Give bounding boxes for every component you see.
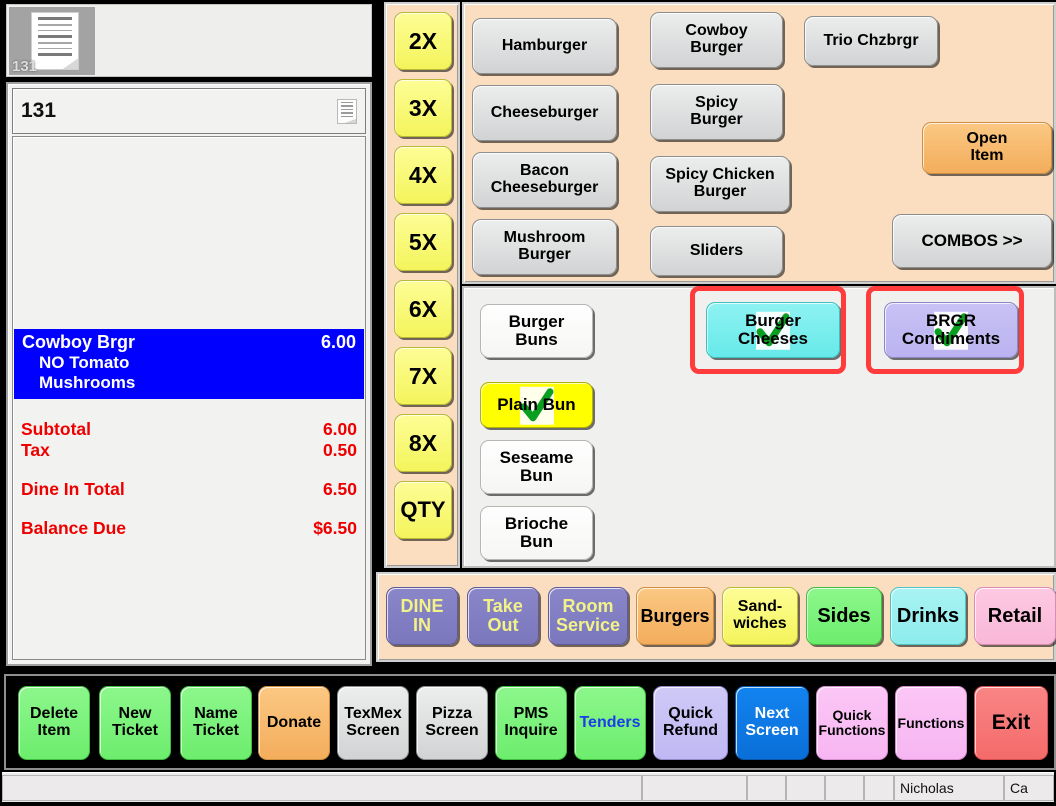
menu-item-hamburger[interactable]: Hamburger [472,18,617,74]
function-pms-inquire[interactable]: PMS Inquire [495,686,567,760]
menu-item-spicy-chicken-burger[interactable]: Spicy Chicken Burger [650,156,790,212]
status-cell [864,775,894,801]
ticket-header[interactable]: 131 [12,88,366,134]
ticket-thumbnail-strip: 131 [6,4,372,77]
status-cell [747,775,786,801]
line-item-price: 6.00 [320,332,356,352]
status-cell-user: Nicholas [894,775,1004,801]
totals-value: 0.50 [322,440,357,460]
receipt-document-icon [31,12,79,70]
function-delete-item[interactable]: Delete Item [18,686,90,760]
function-donate[interactable]: Donate [258,686,330,760]
function-new-ticket[interactable]: New Ticket [99,686,171,760]
qty-key-2x[interactable]: 2X [394,12,452,70]
category-sandwiches[interactable]: Sand- wiches [722,587,798,645]
category-dine-in[interactable]: DINE IN [386,587,458,645]
totals-row-dine-in-total: Dine In Total 6.50 [13,479,365,500]
category-sides[interactable]: Sides [806,587,882,645]
category-bar: DINE IN Take Out Room Service Burgers Sa… [376,572,1056,662]
totals-value: 6.50 [322,479,357,499]
status-cell [825,775,864,801]
order-totals: Subtotal 6.00 Tax 0.50 Dine In Total 6.5… [13,419,365,539]
totals-row-subtotal: Subtotal 6.00 [13,419,365,440]
menu-item-spicy-burger[interactable]: Spicy Burger [650,84,783,140]
function-texmex-screen[interactable]: TexMex Screen [337,686,409,760]
modifier-group-burger-cheeses[interactable]: Burger Cheeses [706,302,840,358]
menu-item-panel: Hamburger Cheeseburger Bacon Cheeseburge… [462,2,1056,284]
status-cell [786,775,825,801]
category-retail[interactable]: Retail [974,587,1056,645]
order-line-item[interactable]: Cowboy Brgr 6.00 NO Tomato Mushrooms [14,329,364,399]
menu-item-sliders[interactable]: Sliders [650,226,783,276]
menu-item-cowboy-burger[interactable]: Cowboy Burger [650,12,783,68]
status-cell [2,775,642,801]
status-cell-mode: Ca [1004,775,1054,801]
qty-key-6x[interactable]: 6X [394,280,452,338]
modifier-seseame-bun[interactable]: Seseame Bun [480,440,593,494]
modifier-burger-buns[interactable]: Burger Buns [480,304,593,358]
totals-row-balance-due: Balance Due $6.50 [13,518,365,539]
function-exit[interactable]: Exit [974,686,1048,760]
qty-key-5x[interactable]: 5X [394,213,452,271]
modifier-group-brgr-condiments[interactable]: BRGR Condiments [884,302,1018,358]
category-drinks[interactable]: Drinks [890,587,966,645]
category-take-out[interactable]: Take Out [467,587,539,645]
qty-key-7x[interactable]: 7X [394,347,452,405]
function-button-bar: Delete Item New Ticket Name Ticket Donat… [4,674,1056,770]
combos-button[interactable]: COMBOS >> [892,214,1052,268]
menu-item-bacon-cheeseburger[interactable]: Bacon Cheeseburger [472,152,617,208]
function-functions[interactable]: Functions [895,686,967,760]
status-bar: Nicholas Ca [2,772,1054,802]
function-pizza-screen[interactable]: Pizza Screen [416,686,488,760]
ticket-number: 131 [21,99,57,122]
category-burgers[interactable]: Burgers [636,587,714,645]
totals-label: Dine In Total [21,479,125,499]
line-item-name: Cowboy Brgr [22,332,136,352]
ticket-body: Cowboy Brgr 6.00 NO Tomato Mushrooms Sub… [12,136,366,660]
totals-label: Balance Due [21,518,127,538]
ticket-thumbnail[interactable]: 131 [9,7,95,75]
status-cell [642,775,747,801]
function-next-screen[interactable]: Next Screen [735,686,809,760]
totals-value: $6.50 [313,518,357,538]
category-room-service[interactable]: Room Service [548,587,628,645]
function-tenders[interactable]: Tenders [574,686,646,760]
menu-item-trio-chzbrgr[interactable]: Trio Chzbrgr [804,16,938,66]
totals-label: Tax [21,440,50,460]
pos-screen: 131 131 Cowboy Brgr 6.00 NO Tomato Mushr… [0,0,1056,806]
qty-key-8x[interactable]: 8X [394,414,452,472]
menu-item-cheeseburger[interactable]: Cheeseburger [472,85,617,141]
line-item-modifier: Mushrooms [39,373,136,392]
menu-item-mushroom-burger[interactable]: Mushroom Burger [472,219,617,275]
modifier-plain-bun[interactable]: Plain Bun [480,382,593,428]
function-quick-functions[interactable]: Quick Functions [816,686,888,760]
totals-value: 6.00 [322,419,357,439]
function-name-ticket[interactable]: Name Ticket [180,686,252,760]
modifier-brioche-bun[interactable]: Brioche Bun [480,506,593,560]
totals-label: Subtotal [21,419,91,439]
qty-key-3x[interactable]: 3X [394,79,452,137]
function-quick-refund[interactable]: Quick Refund [653,686,728,760]
qty-key-4x[interactable]: 4X [394,146,452,204]
qty-key-qty[interactable]: QTY [394,481,452,539]
totals-row-tax: Tax 0.50 [13,440,365,461]
open-item-button[interactable]: Open Item [922,122,1052,174]
modifier-panel: Burger Buns Plain Bun Seseame Bun Brioch… [462,286,1056,568]
ticket-thumbnail-label: 131 [12,58,38,75]
line-item-modifier: NO Tomato [39,353,130,372]
quantity-key-panel: 2X 3X 4X 5X 6X 7X 8X QTY [384,2,460,568]
order-ticket-panel: 131 Cowboy Brgr 6.00 NO Tomato Mushrooms… [6,82,372,666]
receipt-icon[interactable] [337,98,357,124]
